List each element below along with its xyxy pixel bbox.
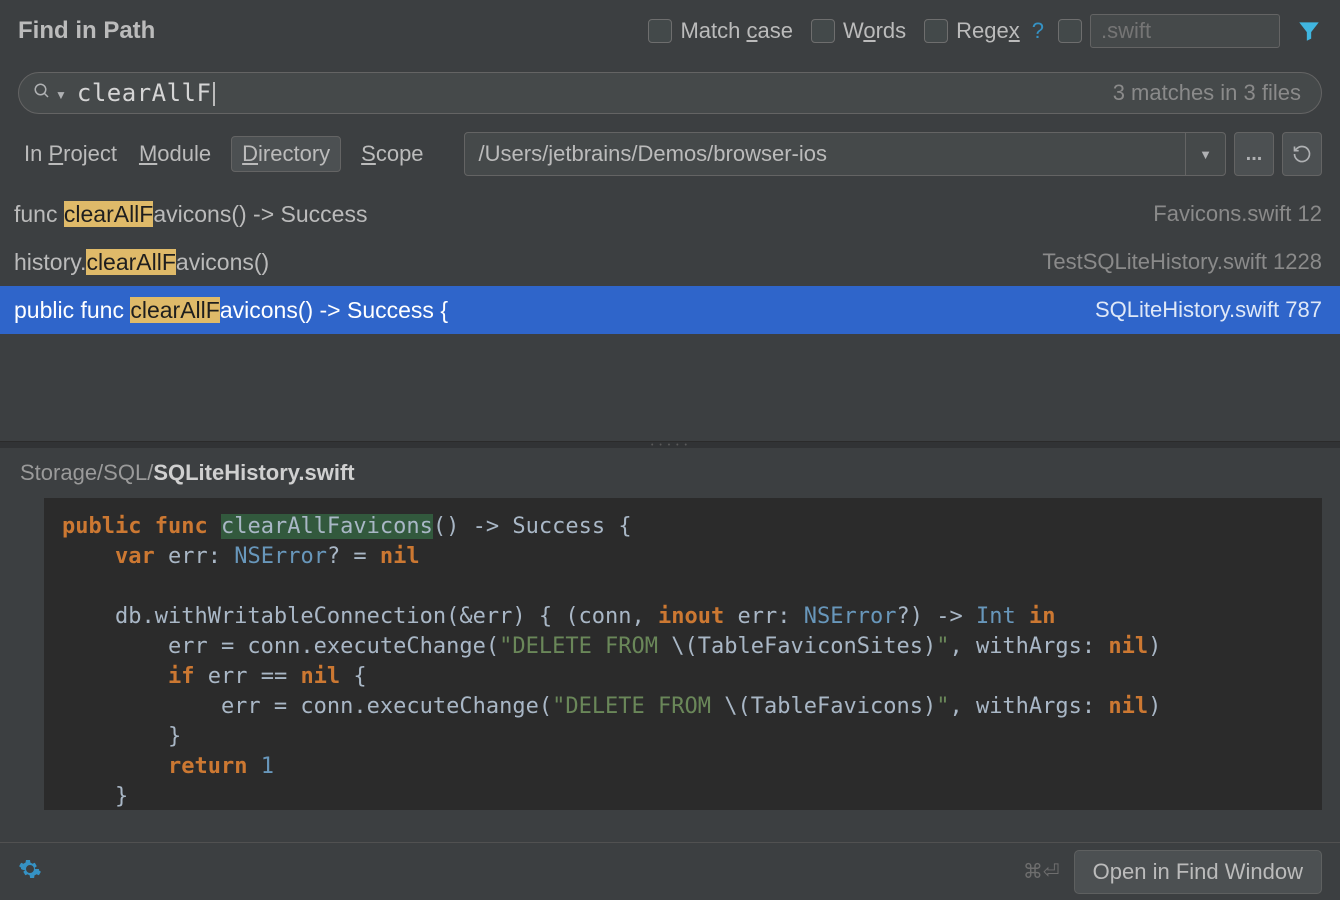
words-label: Words (843, 18, 906, 44)
path-history-dropdown[interactable]: ▼ (1185, 133, 1225, 175)
dialog-title: Find in Path (18, 17, 648, 45)
scope-tab-project[interactable]: In Project (22, 137, 119, 171)
result-file-label: SQLiteHistory.swift 787 (1095, 297, 1322, 323)
filemask-checkbox[interactable] (1058, 19, 1082, 43)
search-text: clearAllF (77, 79, 1113, 107)
regex-checkbox[interactable] (924, 19, 948, 43)
regex-label: Regex (956, 18, 1020, 44)
result-row[interactable]: func clearAllFavicons() -> Success Favic… (0, 190, 1340, 238)
search-icon (33, 80, 51, 106)
match-case-label: Match case (680, 18, 793, 44)
search-field[interactable]: ▼ clearAllF 3 matches in 3 files (18, 72, 1322, 114)
match-case-checkbox[interactable] (648, 19, 672, 43)
result-file-label: Favicons.swift 12 (1153, 201, 1322, 227)
scope-tab-module[interactable]: Module (137, 137, 213, 171)
filemask-input[interactable] (1090, 14, 1280, 48)
shortcut-hint: ⌘⏎ (1023, 859, 1060, 884)
code-preview[interactable]: public func clearAllFavicons() -> Succes… (44, 498, 1322, 810)
result-file-label: TestSQLiteHistory.swift 1228 (1042, 249, 1322, 275)
scope-tab-scope[interactable]: Scope (359, 137, 425, 171)
filter-icon[interactable] (1296, 18, 1322, 44)
open-in-find-window-button[interactable]: Open in Find Window (1074, 850, 1322, 894)
match-count-label: 3 matches in 3 files (1113, 80, 1301, 106)
results-list: func clearAllFavicons() -> Success Favic… (0, 190, 1340, 334)
directory-path-text: /Users/jetbrains/Demos/browser-ios (479, 141, 1185, 167)
result-row[interactable]: public func clearAllFavicons() -> Succes… (0, 286, 1340, 334)
gear-icon[interactable] (18, 857, 42, 887)
breadcrumb: Storage/SQL/SQLiteHistory.swift (0, 448, 1340, 498)
regex-help-icon[interactable]: ? (1032, 18, 1044, 44)
scope-tab-directory[interactable]: Directory (231, 136, 341, 172)
refresh-button[interactable] (1282, 132, 1322, 176)
directory-path-field[interactable]: /Users/jetbrains/Demos/browser-ios ▼ (464, 132, 1226, 176)
search-history-dropdown[interactable]: ▼ (55, 88, 67, 102)
browse-directory-button[interactable]: ... (1234, 132, 1274, 176)
words-checkbox[interactable] (811, 19, 835, 43)
resize-handle[interactable]: • • • • • (0, 441, 1340, 448)
result-row[interactable]: history.clearAllFavicons() TestSQLiteHis… (0, 238, 1340, 286)
